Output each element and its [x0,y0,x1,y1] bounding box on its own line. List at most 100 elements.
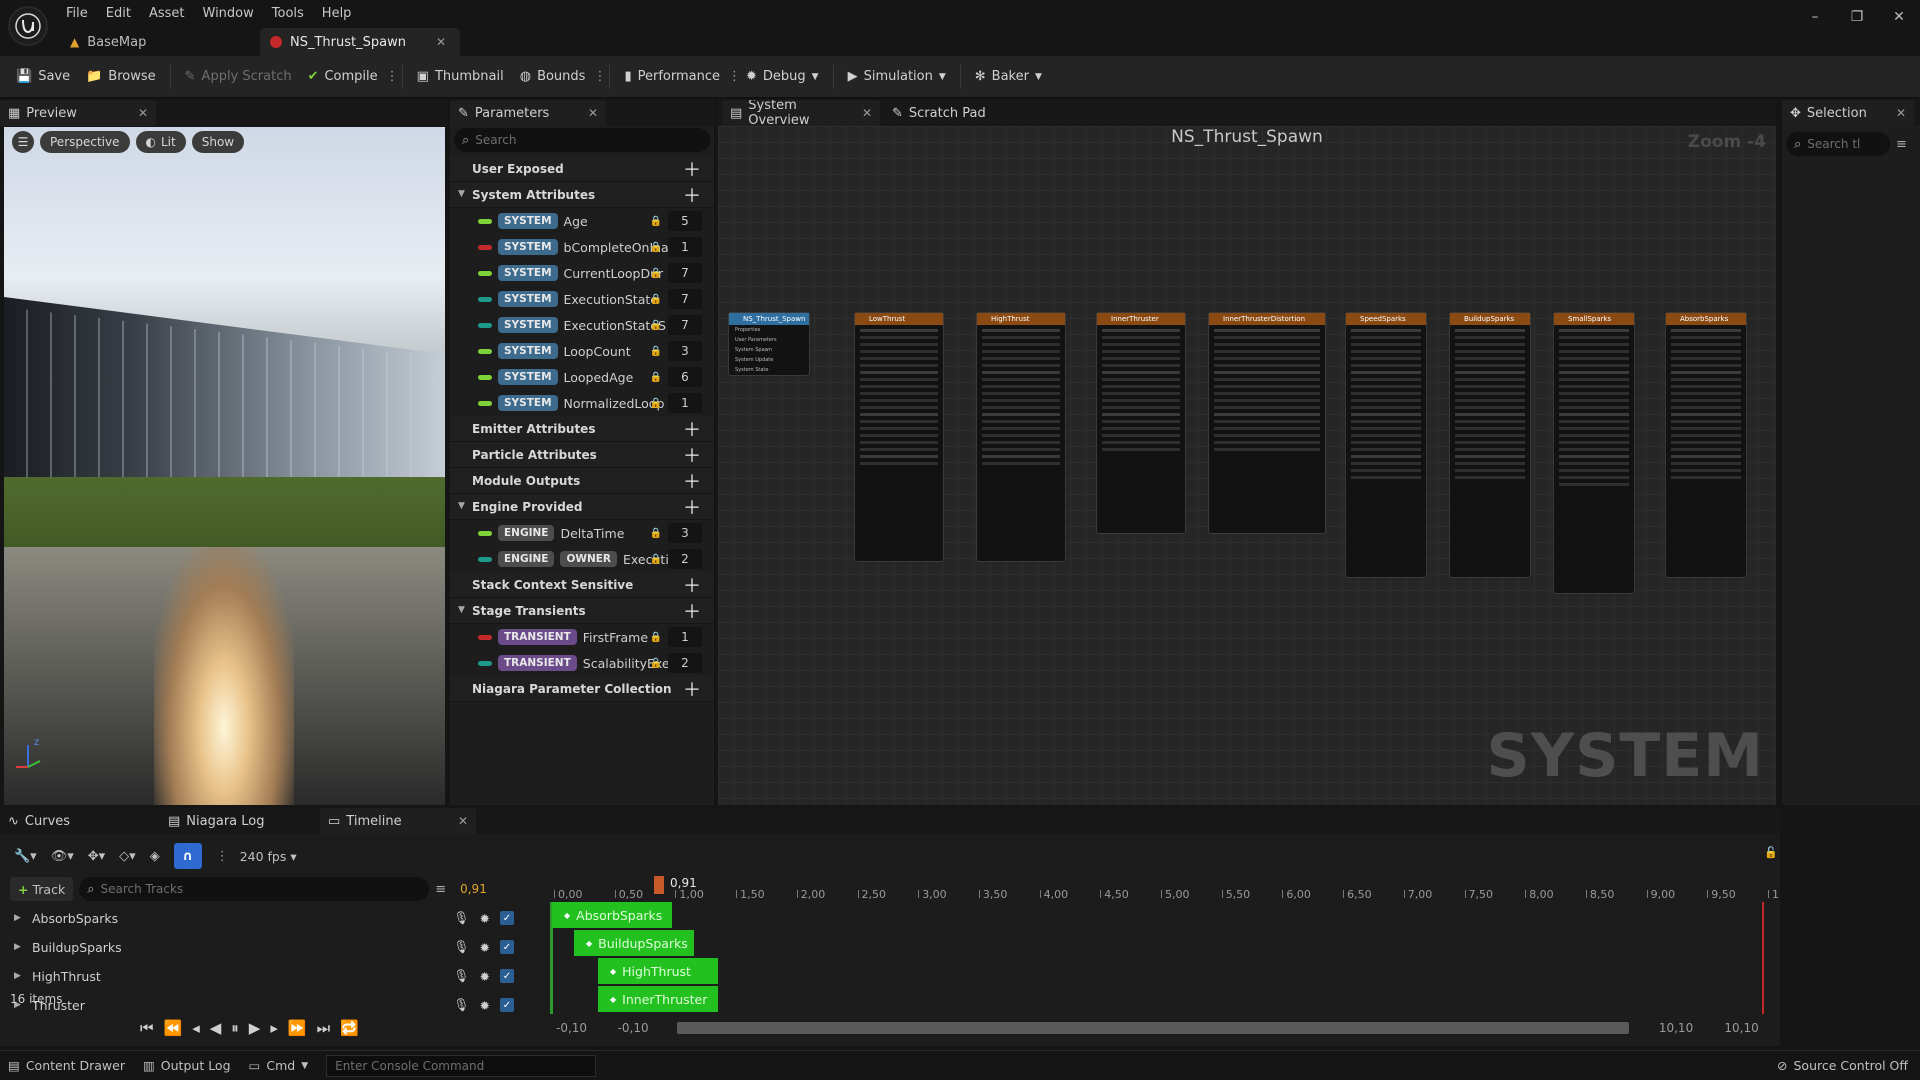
to-end-icon[interactable]: ⏭ [317,1019,331,1037]
tab-system-overview[interactable]: ▤ System Overview ✕ [722,100,880,128]
compile-button[interactable]: ✔ Compile [300,62,386,92]
tab-basemap[interactable]: ▲ BaseMap [60,28,260,56]
parameter-row[interactable]: SYSTEM LoopedAge 🔒 6 [450,364,714,390]
track-section-bar[interactable]: ◆ HighThrust [598,958,718,984]
to-start-icon[interactable]: ⏮ [140,1019,154,1037]
caret-down-icon[interactable]: ▼ [458,605,465,615]
auto-key-icon[interactable]: ◈ [150,849,160,864]
close-icon[interactable]: ✕ [588,106,598,120]
snap-magnet-icon[interactable]: ∩ [173,843,202,869]
output-log-button[interactable]: ▥ Output Log [143,1058,231,1073]
play-icon[interactable]: ▶ [249,1019,261,1037]
graph-canvas[interactable]: NS_Thrust_Spawn Zoom -4 SYSTEM NS_Thrust… [718,126,1776,805]
compile-options-icon[interactable]: ⋮ [386,69,399,84]
add-icon[interactable]: ＋ [682,445,702,467]
prev-frame-icon[interactable]: ◂ [192,1019,200,1037]
pin-icon[interactable]: 🎙 [454,939,470,955]
parameter-row[interactable]: ENGINE OWNER Executi 🔒 2 [450,546,714,572]
eye-icon[interactable]: 👁▾ [51,849,74,864]
emitter-node[interactable]: HighThrust [976,312,1066,562]
tab-parameters[interactable]: ✎ Parameters ✕ [450,100,606,126]
add-icon[interactable]: ＋ [682,679,702,701]
parameter-row[interactable]: TRANSIENT ScalabilityExe 🔒 2 [450,650,714,676]
parameter-row[interactable]: SYSTEM NormalizedLoop 🔒 1 [450,390,714,416]
console-command-input[interactable]: Enter Console Command [326,1054,597,1077]
add-track-button[interactable]: + Track [10,877,74,901]
enabled-checkbox[interactable]: ✓ [500,969,514,983]
section-module-outputs[interactable]: Module Outputs ＋ [450,468,714,494]
range-scrollbar[interactable] [677,1022,1629,1034]
section-stage-transients[interactable]: ▼ Stage Transients ＋ [450,598,714,624]
close-icon[interactable]: ✕ [138,106,148,120]
burst-icon[interactable]: ✹ [480,940,490,955]
close-icon[interactable]: ✕ [862,106,872,120]
tab-curves[interactable]: ∿ Curves [0,808,160,834]
emitter-node[interactable]: InnerThruster [1096,312,1186,534]
track-area[interactable]: ◆ AbsorbSparks ◆ BuildupSparks ◆ HighThrust ◆ I… [550,902,1770,1014]
burst-icon[interactable]: ✹ [480,969,490,984]
performance-button[interactable]: ▮ Performance [616,62,728,92]
parameters-search-input[interactable]: ⌕ Search [454,128,710,152]
apply-scratch-button[interactable]: ✎ Apply Scratch [177,62,300,92]
section-engine-provided[interactable]: ▼ Engine Provided ＋ [450,494,714,520]
playhead-handle[interactable] [654,876,664,894]
range-end-field[interactable]: 10,10 [1724,1021,1774,1035]
performance-options-icon[interactable]: ⋮ [728,69,741,84]
system-node[interactable]: NS_Thrust_Spawn Properties User Parameter… [728,312,810,376]
system-node-row[interactable]: Properties [729,325,809,335]
enabled-checkbox[interactable]: ✓ [500,940,514,954]
viewport-menu-button[interactable]: ☰ [12,131,34,153]
filter-icon[interactable]: ≡ [435,882,446,897]
baker-button[interactable]: ✻ Baker ▼ [967,62,1050,92]
bounds-options-icon[interactable]: ⋮ [593,69,606,84]
system-node-row[interactable]: System Update [729,355,809,365]
parameter-row[interactable]: SYSTEM ExecutionState 🔒 7 [450,286,714,312]
parameter-row[interactable]: TRANSIENT FirstFrame 🔒 1 [450,624,714,650]
key-icon[interactable]: ◇▾ [119,849,136,864]
lit-button[interactable]: ◐ Lit [135,131,186,153]
minimize-icon[interactable]: – [1794,4,1836,30]
menu-asset[interactable]: Asset [149,6,185,21]
cmd-dropdown[interactable]: ▭ Cmd ▼ [249,1058,309,1073]
parameter-row[interactable]: SYSTEM CurrentLoopDur 🔒 7 [450,260,714,286]
show-button[interactable]: Show [191,131,245,153]
section-particle-attributes[interactable]: Particle Attributes ＋ [450,442,714,468]
tab-timeline[interactable]: ▭ Timeline ✕ [320,808,476,834]
emitter-node[interactable]: InnerThrusterDistortion [1208,312,1326,534]
section-stack-context[interactable]: Stack Context Sensitive ＋ [450,572,714,598]
track-section-bar[interactable]: ◆ AbsorbSparks [552,902,672,928]
caret-down-icon[interactable]: ▼ [458,501,465,511]
expand-arrow-icon[interactable]: ▶ [14,913,21,923]
emitter-node[interactable]: AbsorbSparks [1665,312,1747,578]
add-icon[interactable]: ＋ [682,419,702,441]
transform-icon[interactable]: ✥▾ [88,849,105,864]
menu-window[interactable]: Window [203,6,254,21]
menu-edit[interactable]: Edit [106,6,131,21]
menu-tools[interactable]: Tools [272,6,304,21]
section-user-exposed[interactable]: User Exposed ＋ [450,156,714,182]
filter-icon[interactable]: ≡ [1896,137,1907,152]
track-row[interactable]: ▶ AbsorbSparks 🎙 ✹ ✓ [0,904,528,932]
close-icon[interactable]: ✕ [1896,106,1906,120]
parameter-row[interactable]: SYSTEM LoopCount 🔒 3 [450,338,714,364]
track-row[interactable]: ▶ Thruster 🎙 ✹ ✓ [0,991,528,1014]
debug-button[interactable]: ✹ Debug ▼ [738,62,827,92]
section-emitter-attributes[interactable]: Emitter Attributes ＋ [450,416,714,442]
enabled-checkbox[interactable]: ✓ [500,911,514,925]
prev-key-icon[interactable]: ⏪ [164,1019,183,1037]
system-node-row[interactable]: User Parameters [729,335,809,345]
burst-icon[interactable]: ✹ [480,998,490,1013]
lock-icon[interactable]: 🔓 [1764,846,1778,859]
close-icon[interactable]: ✕ [436,35,446,49]
current-time-field[interactable]: 0,91 [460,882,487,896]
emitter-node[interactable]: BuildupSparks [1449,312,1531,578]
content-drawer-button[interactable]: ▤ Content Drawer [8,1058,125,1073]
add-icon[interactable]: ＋ [682,497,702,519]
simulation-button[interactable]: ▶ Simulation ▼ [840,62,954,92]
track-section-bar[interactable]: ◆ BuildupSparks [574,930,694,956]
view-end-field[interactable]: 10,10 [1659,1021,1709,1035]
expand-arrow-icon[interactable]: ▶ [14,971,21,981]
close-window-icon[interactable]: ✕ [1878,4,1920,30]
unreal-logo-icon[interactable] [8,6,48,46]
add-icon[interactable]: ＋ [682,185,702,207]
